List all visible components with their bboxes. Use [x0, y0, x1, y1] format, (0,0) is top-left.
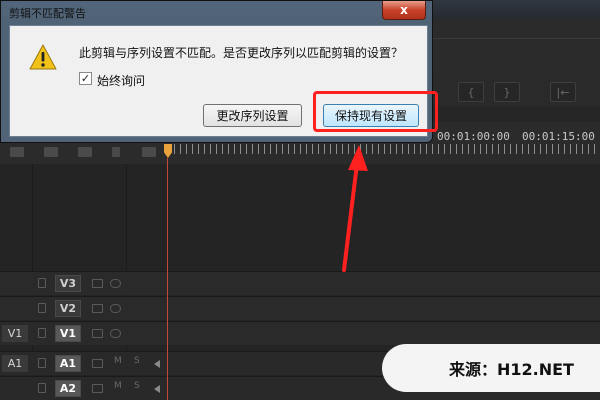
annotation-arrow — [342, 145, 368, 272]
premiere-editor: { } |← 00:01:00:00 00:01:15:00 V3 V2 V1 — [0, 0, 600, 400]
watermark-text: 来源：H12.NET — [449, 360, 574, 379]
source-watermark: 来源：H12.NET — [382, 344, 600, 392]
